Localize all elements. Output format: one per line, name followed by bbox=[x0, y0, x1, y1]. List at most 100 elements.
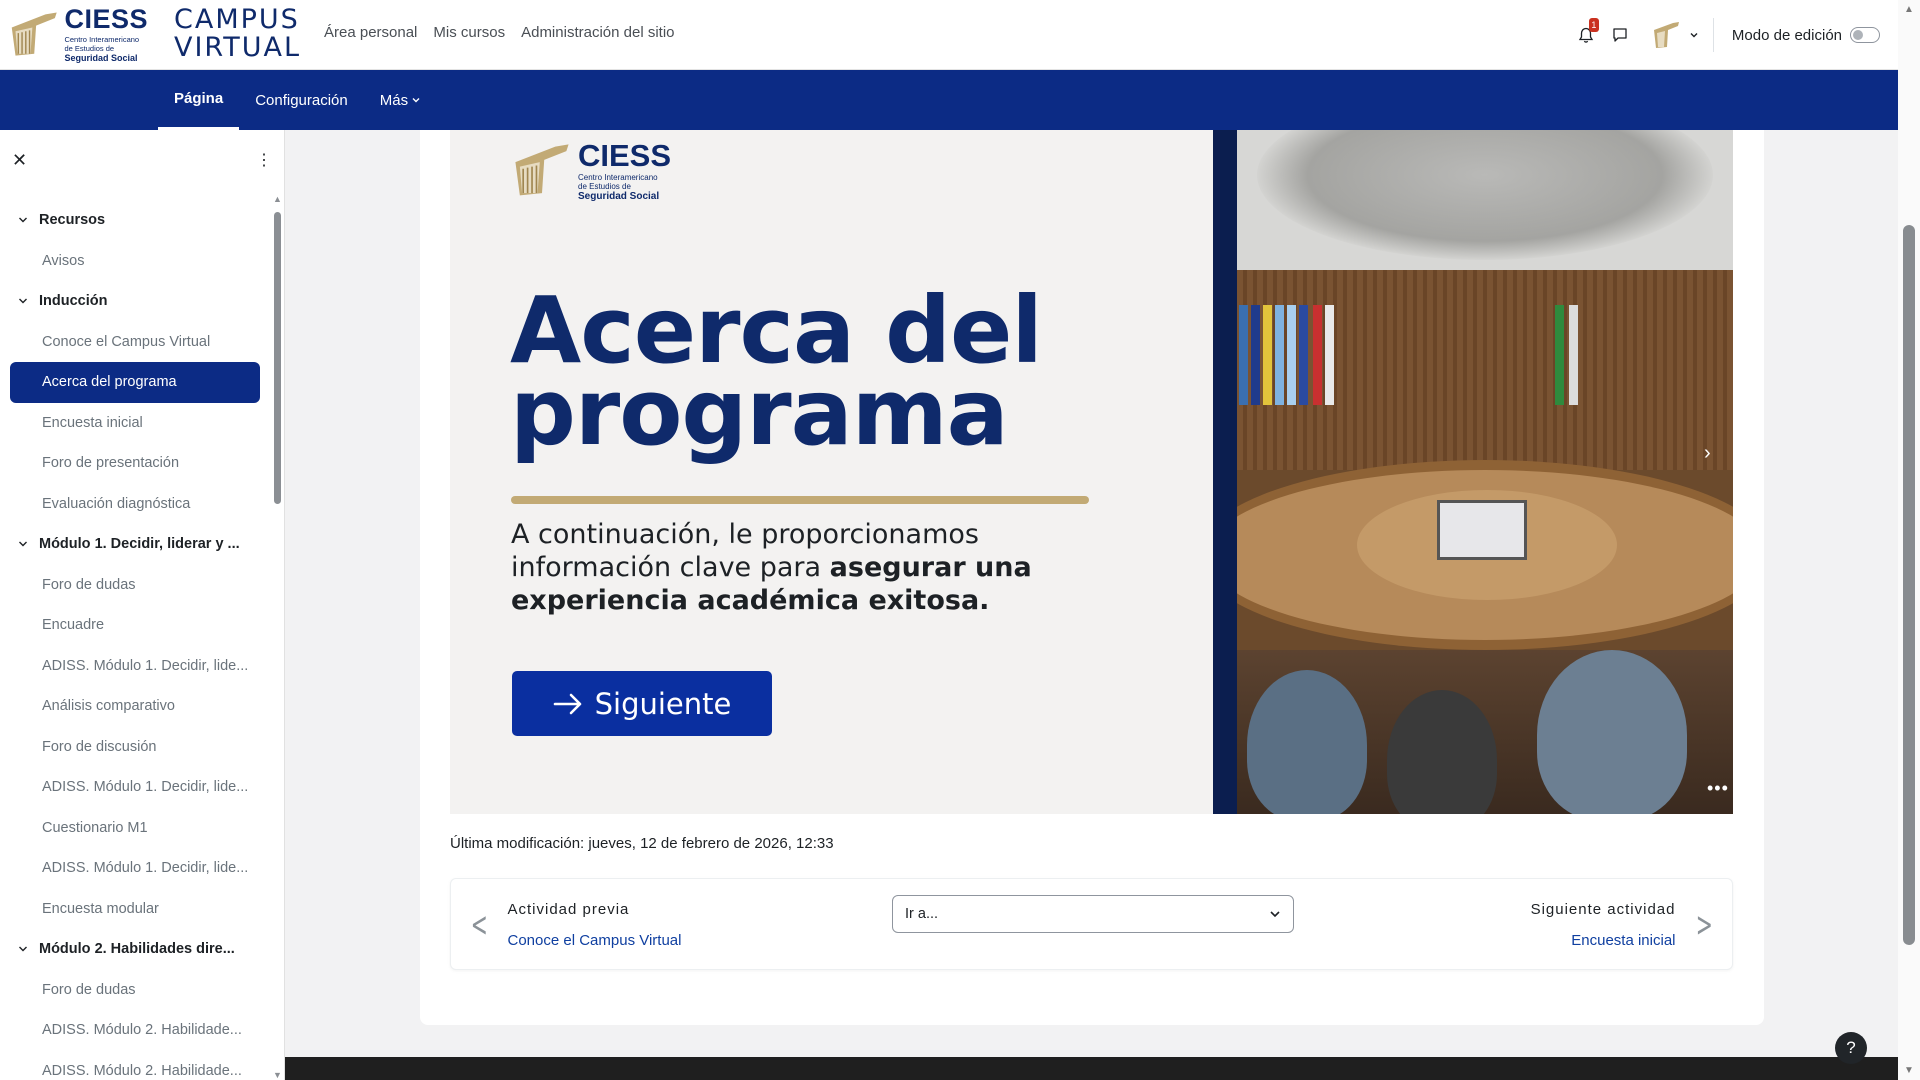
edit-mode-control: Modo de edición bbox=[1732, 27, 1880, 44]
carousel-next-arrow-icon[interactable]: › bbox=[1704, 442, 1711, 465]
arrow-right-icon bbox=[553, 693, 581, 714]
course-index-item-active[interactable]: Acerca del programa bbox=[10, 362, 260, 403]
secondary-navigation: Página Configuración Más bbox=[0, 70, 1898, 130]
course-index-item[interactable]: Evaluación diagnóstica bbox=[10, 484, 260, 525]
course-section-header[interactable]: Módulo 1. Decidir, liderar y ... bbox=[0, 524, 270, 565]
course-section-header[interactable]: Recursos bbox=[0, 200, 270, 241]
course-index-item[interactable]: Encuesta inicial bbox=[10, 403, 260, 444]
meeting-room-photo: › ••• bbox=[1237, 130, 1733, 814]
nav-administracion[interactable]: Administración del sitio bbox=[521, 24, 674, 41]
course-index-label: Cuestionario M1 bbox=[42, 819, 148, 836]
page-footer bbox=[285, 1057, 1898, 1080]
jump-to-select[interactable]: Ir a... bbox=[892, 895, 1294, 933]
chevron-right-icon: > bbox=[1695, 905, 1713, 945]
course-index-item[interactable]: Análisis comparativo bbox=[10, 686, 260, 727]
drawer-scroll-thumb[interactable] bbox=[274, 212, 281, 504]
logo-line3: Seguridad Social bbox=[64, 53, 138, 64]
page-scroll-thumb[interactable] bbox=[1903, 225, 1915, 945]
course-index-item[interactable]: Cuestionario M1 bbox=[10, 808, 260, 849]
course-index-label: ADISS. Módulo 2. Habilidade... bbox=[42, 1062, 242, 1079]
course-index-item[interactable]: ADISS. Módulo 2. Habilidade... bbox=[10, 1051, 260, 1080]
course-section-header[interactable]: Módulo 2. Habilidades dire... bbox=[0, 929, 270, 970]
banner-ciess-logo: CIESS Centro Interamericano de Estudios d… bbox=[510, 140, 671, 203]
course-index-item[interactable]: Encuesta modular bbox=[10, 889, 260, 930]
course-index-item[interactable]: Foro de dudas bbox=[10, 970, 260, 1011]
scroll-down-arrow-icon[interactable]: ▼ bbox=[273, 1070, 282, 1080]
drawer-header: ✕ ⋮ bbox=[0, 130, 284, 190]
course-index-item[interactable]: ADISS. Módulo 1. Decidir, lide... bbox=[10, 767, 260, 808]
nav-mis-cursos[interactable]: Mis cursos bbox=[433, 24, 505, 41]
drawer-scrollbar[interactable]: ▲ ▼ bbox=[273, 194, 283, 1080]
course-index-label: ADISS. Módulo 1. Decidir, lide... bbox=[42, 657, 249, 674]
course-index-label: ADISS. Módulo 1. Decidir, lide... bbox=[42, 860, 249, 877]
tab-mas[interactable]: Más bbox=[364, 70, 437, 130]
course-index-item[interactable]: ADISS. Módulo 1. Decidir, lide... bbox=[10, 848, 260, 889]
course-index-label: Módulo 1. Decidir, liderar y ... bbox=[39, 536, 240, 553]
course-index-item[interactable]: Foro de discusión bbox=[10, 727, 260, 768]
course-index-label: Foro de presentación bbox=[42, 455, 180, 472]
previous-activity-link[interactable]: < Actividad previa Conoce el Campus Virt… bbox=[465, 901, 682, 949]
next-activity-link[interactable]: Siguiente actividad Encuesta inicial > bbox=[1531, 901, 1718, 949]
tab-configuracion[interactable]: Configuración bbox=[239, 70, 364, 130]
course-index-label: Evaluación diagnóstica bbox=[42, 495, 191, 512]
notifications-button[interactable]: 1 bbox=[1569, 18, 1603, 52]
course-index-label: Módulo 2. Habilidades dire... bbox=[39, 941, 235, 958]
edit-mode-label: Modo de edición bbox=[1731, 26, 1842, 44]
logo-line2: de Estudios de bbox=[64, 43, 115, 53]
tab-configuracion-label: Configuración bbox=[255, 91, 348, 109]
nav-area-personal[interactable]: Área personal bbox=[324, 24, 417, 41]
chevron-down-icon[interactable] bbox=[18, 539, 28, 549]
help-button[interactable]: ? bbox=[1835, 1032, 1867, 1064]
course-index-item[interactable]: Conoce el Campus Virtual bbox=[10, 322, 260, 363]
next-button[interactable]: Siguiente bbox=[512, 671, 772, 736]
user-menu[interactable] bbox=[1651, 18, 1714, 52]
chevron-down-icon[interactable] bbox=[18, 944, 28, 954]
messages-button[interactable] bbox=[1603, 18, 1637, 52]
course-index-item[interactable]: Avisos bbox=[10, 241, 260, 282]
course-index-label: Avisos bbox=[42, 252, 85, 269]
next-activity-name[interactable]: Encuesta inicial bbox=[1571, 932, 1675, 949]
notification-badge: 1 bbox=[1588, 18, 1599, 32]
tab-pagina[interactable]: Página bbox=[158, 70, 240, 130]
program-banner: CIESS Centro Interamericano de Estudios d… bbox=[450, 130, 1733, 814]
course-index-item[interactable]: Encuadre bbox=[10, 605, 260, 646]
banner-title: Acerca del programa bbox=[510, 285, 1043, 459]
previous-activity-name[interactable]: Conoce el Campus Virtual bbox=[508, 932, 682, 949]
course-index-item[interactable]: ADISS. Módulo 2. Habilidade... bbox=[10, 1010, 260, 1051]
page-scrollbar[interactable]: ▲ ▼ bbox=[1898, 0, 1920, 1080]
banner-description: A continuación, le proporcionamos inform… bbox=[511, 518, 1111, 617]
next-activity-label: Siguiente actividad bbox=[1530, 901, 1676, 918]
kebab-menu-icon[interactable]: ⋮ bbox=[256, 150, 272, 170]
jump-to-label: Ir a... bbox=[905, 906, 939, 922]
scroll-down-arrow-icon[interactable]: ▼ bbox=[1904, 1065, 1914, 1076]
campus-line2: VIRTUAL bbox=[174, 32, 301, 63]
user-controls: 1 Modo de edición bbox=[1569, 18, 1880, 52]
course-index-label: Análisis comparativo bbox=[42, 698, 175, 715]
gold-divider bbox=[511, 496, 1089, 504]
course-index-item[interactable]: ADISS. Módulo 1. Decidir, lide... bbox=[10, 646, 260, 687]
ciess-logo[interactable]: CIESS Centro Interamericano de Estudios d… bbox=[8, 6, 148, 64]
campus-line1: CAMPUS bbox=[174, 4, 300, 35]
scroll-up-arrow-icon[interactable]: ▲ bbox=[1904, 4, 1914, 15]
chevron-down-icon[interactable] bbox=[18, 296, 28, 306]
course-section-header[interactable]: Inducción bbox=[0, 281, 270, 322]
course-index-label: Inducción bbox=[39, 293, 108, 310]
more-options-icon[interactable]: ••• bbox=[1707, 778, 1729, 799]
course-index-label: Encuesta modular bbox=[42, 900, 159, 917]
course-index-label: Acerca del programa bbox=[42, 374, 177, 391]
scroll-up-arrow-icon[interactable]: ▲ bbox=[273, 194, 282, 204]
course-index-item[interactable]: Foro de dudas bbox=[10, 565, 260, 606]
chat-bubble-icon bbox=[1613, 28, 1627, 42]
course-index-item[interactable]: Foro de presentación bbox=[10, 443, 260, 484]
course-index-list: Recursos Avisos Inducción Conoce el Campus … bbox=[0, 200, 270, 1080]
banner-logo-line1: Centro Interamericano bbox=[578, 173, 658, 182]
close-drawer-button[interactable]: ✕ bbox=[12, 150, 27, 171]
banner-logo-line2: de Estudios de bbox=[578, 182, 631, 192]
course-index-label: ADISS. Módulo 2. Habilidade... bbox=[42, 1022, 242, 1039]
edit-mode-toggle[interactable] bbox=[1850, 27, 1880, 43]
chevron-down-icon bbox=[412, 98, 420, 103]
chevron-down-icon[interactable] bbox=[18, 215, 28, 225]
campus-virtual-logo[interactable]: CAMPUS VIRTUAL bbox=[174, 4, 301, 64]
previous-activity-label: Actividad previa bbox=[507, 901, 630, 918]
course-index-label: Encuesta inicial bbox=[42, 414, 143, 431]
